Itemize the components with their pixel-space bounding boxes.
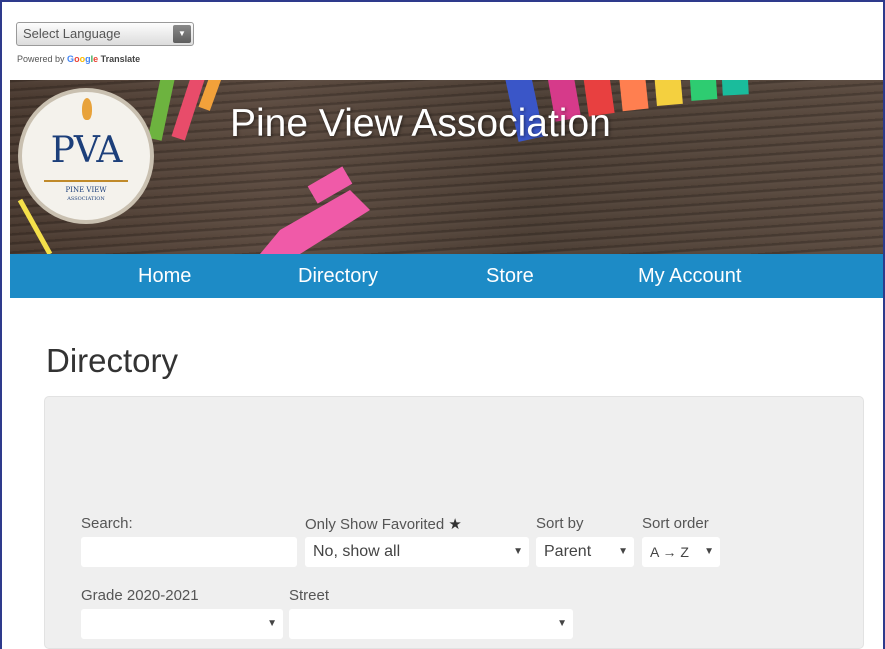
street-label: Street — [289, 587, 330, 604]
chevron-down-icon: ▼ — [618, 546, 628, 557]
nav-item-directory[interactable]: Directory — [298, 254, 378, 298]
header-banner: PVA PINE VIEW ASSOCIATION Pine View Asso… — [10, 80, 883, 254]
star-icon: ★ — [448, 516, 462, 533]
nav-item-store[interactable]: Store — [486, 254, 534, 298]
sort-order-label: Sort order — [642, 515, 709, 532]
powered-by-google-translate: Powered by Google Translate — [17, 54, 140, 64]
google-letter: G — [67, 54, 75, 64]
favorited-label: Only Show Favorited ★ — [305, 515, 462, 533]
favorited-label-text: Only Show Favorited — [305, 516, 445, 533]
nav-item-home[interactable]: Home — [138, 254, 191, 298]
street-select[interactable]: ▼ — [289, 609, 573, 639]
logo-divider — [44, 180, 128, 182]
chevron-down-icon: ▼ — [513, 546, 523, 557]
page-title: Directory — [46, 342, 179, 379]
language-select[interactable]: Select Language ▼ — [16, 22, 194, 46]
logo-subtitle-small: ASSOCIATION — [67, 196, 105, 202]
favorited-select[interactable]: No, show all ▼ — [305, 537, 529, 567]
sort-order-select[interactable]: A → Z ▼ — [642, 537, 720, 567]
grade-label: Grade 2020-2021 — [81, 587, 199, 604]
chevron-down-icon: ▼ — [557, 618, 567, 629]
favorited-value: No, show all — [313, 543, 401, 560]
chevron-down-icon: ▼ — [267, 618, 277, 629]
search-input[interactable] — [81, 537, 297, 567]
logo-subtitle: PINE VIEW — [65, 186, 107, 194]
sort-order-value: A → Z — [650, 544, 689, 560]
powered-by-label: Powered by — [17, 54, 65, 64]
nav-item-my-account[interactable]: My Account — [638, 254, 741, 298]
chevron-down-icon: ▼ — [173, 25, 191, 43]
grade-select[interactable]: ▼ — [81, 609, 283, 639]
sort-by-value: Parent — [544, 543, 592, 560]
google-letter: e — [93, 54, 99, 64]
site-title: Pine View Association — [230, 102, 611, 145]
chevron-down-icon: ▼ — [704, 546, 714, 557]
google-logo: Google — [67, 54, 98, 64]
main-nav: Home Directory Store My Account — [10, 254, 883, 298]
flame-icon — [82, 98, 92, 120]
sort-by-label: Sort by — [536, 515, 584, 532]
translate-link[interactable]: Translate — [101, 54, 141, 64]
logo-text: PVA — [50, 130, 123, 171]
filter-panel: Search: Only Show Favorited ★ No, show a… — [44, 396, 864, 649]
language-select-label: Select Language — [23, 26, 121, 41]
search-label: Search: — [81, 515, 133, 532]
pva-logo[interactable]: PVA PINE VIEW ASSOCIATION — [18, 88, 154, 224]
sort-by-select[interactable]: Parent ▼ — [536, 537, 634, 567]
